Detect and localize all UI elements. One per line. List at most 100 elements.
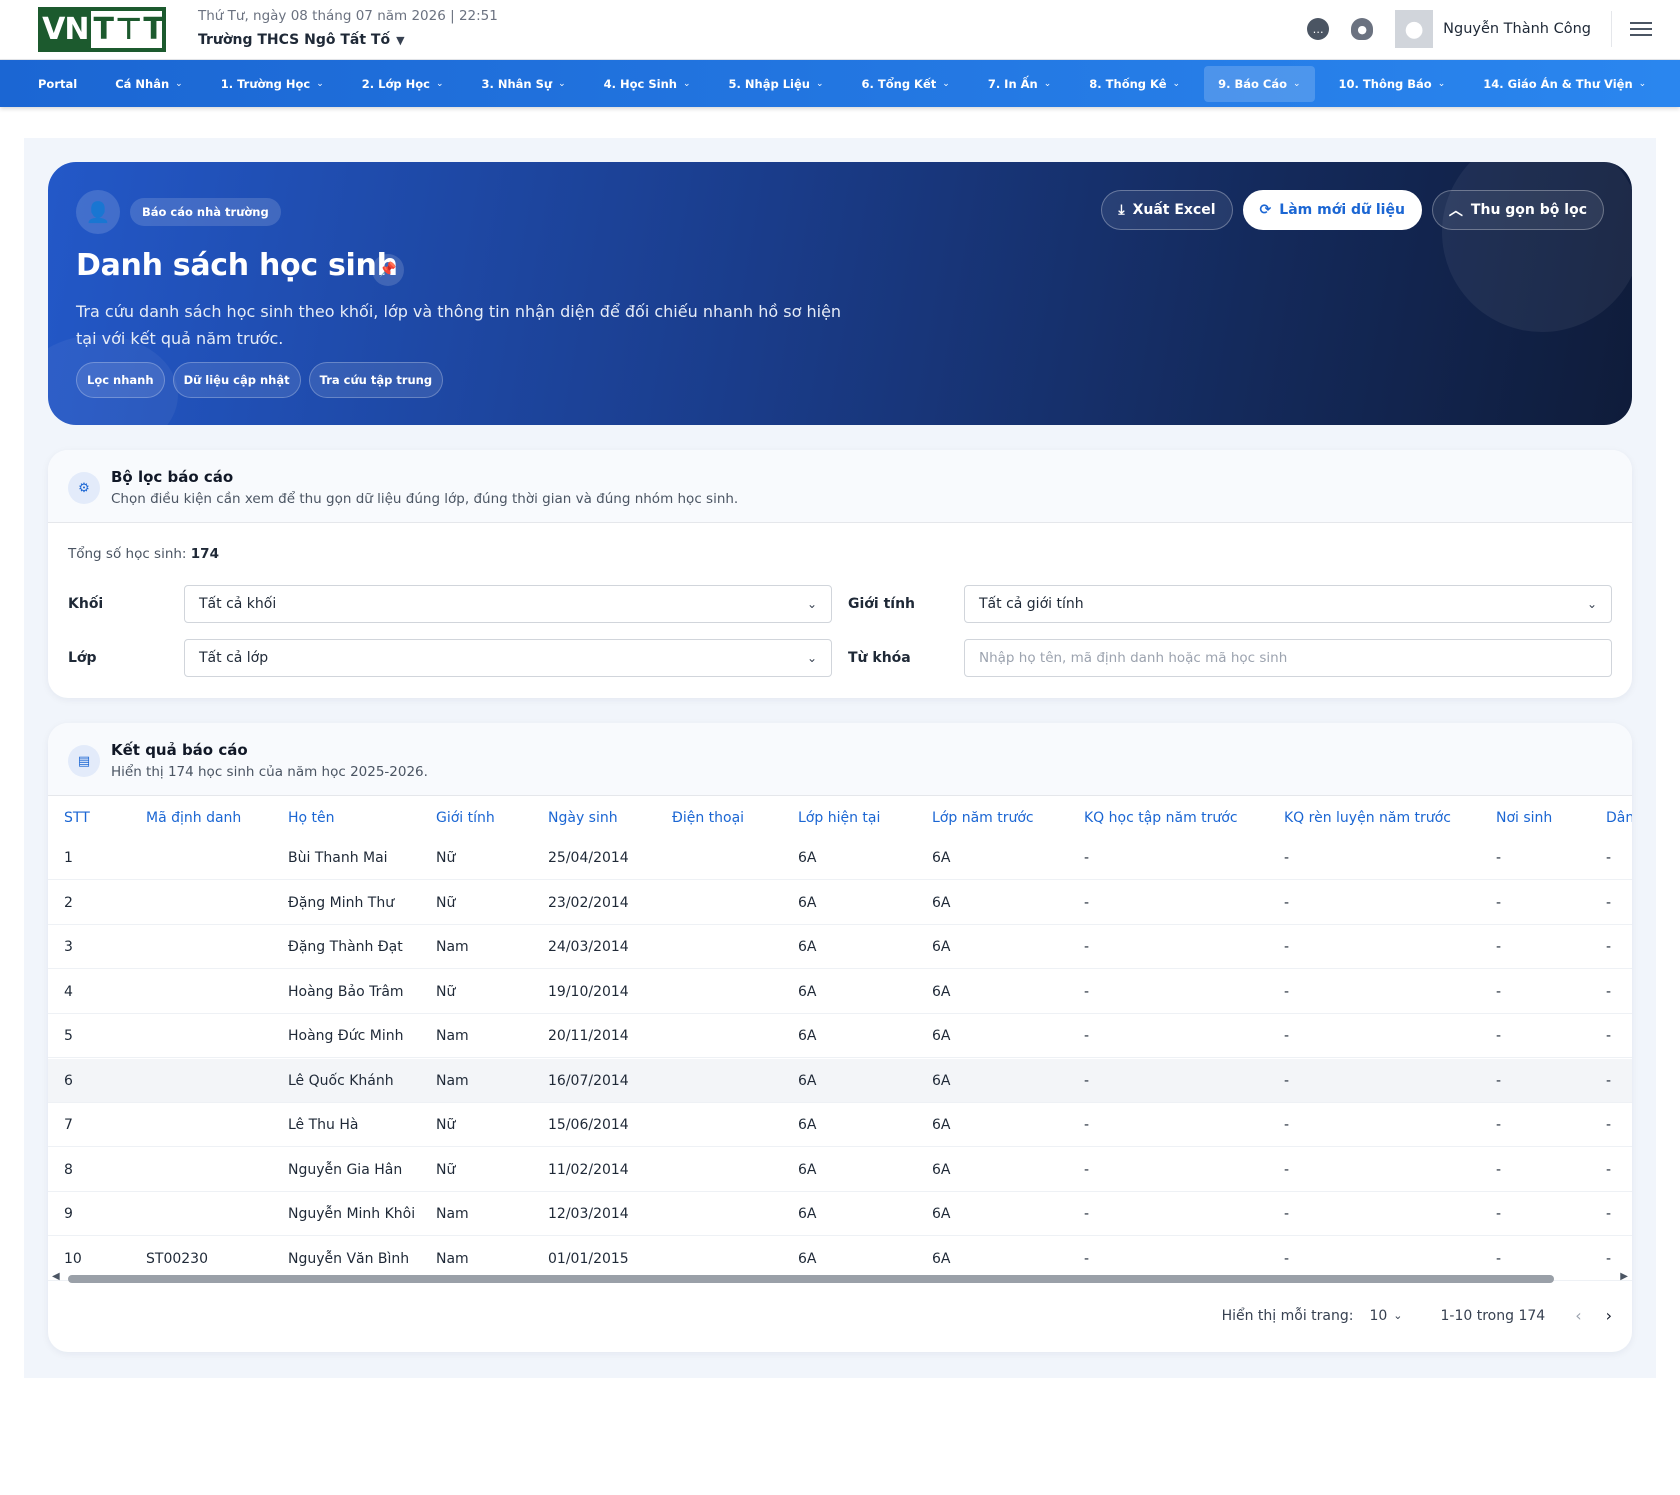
- table-row[interactable]: 8 Nguyễn Gia Hân Nữ 11/02/2014 6A 6A - - - -: [48, 1148, 1632, 1192]
- school-selector[interactable]: Trường THCS Ngô Tất Tố ▼: [198, 32, 405, 48]
- table-cell: -: [1284, 1028, 1290, 1044]
- hero-chips: Lọc nhanh Dữ liệu cập nhật Tra cứu tập t…: [76, 362, 444, 398]
- table-cell: Nguyễn Gia Hân: [288, 1161, 403, 1178]
- table-cell: Nữ: [436, 1117, 456, 1133]
- refresh-data-button[interactable]: ⟳ Làm mới dữ liệu: [1242, 190, 1422, 230]
- column-header[interactable]: Dân: [1606, 810, 1632, 826]
- keyword-input[interactable]: Nhập họ tên, mã định danh hoặc mã học si…: [964, 639, 1612, 677]
- nav-item-5[interactable]: 4. Học Sinh ⌄: [590, 66, 705, 102]
- column-header[interactable]: KQ học tập năm trước: [1084, 810, 1238, 826]
- nav-item-10[interactable]: 9. Báo Cáo ⌄: [1204, 65, 1315, 102]
- gioitinh-select[interactable]: Tất cả giới tính ⌄: [964, 585, 1612, 623]
- khoi-select[interactable]: Tất cả khối ⌄: [184, 585, 832, 623]
- vntt-logo[interactable]: VN T ⊤ T: [38, 7, 166, 52]
- table-cell: -: [1606, 1250, 1612, 1267]
- table-cell: Đặng Minh Thư: [288, 894, 395, 911]
- column-header[interactable]: Họ tên: [288, 810, 335, 826]
- scroll-right-icon[interactable]: ▶: [1620, 1271, 1628, 1282]
- nav-item-9[interactable]: 8. Thống Kê ⌄: [1075, 66, 1194, 102]
- table-row[interactable]: 5 Hoàng Đức Minh Nam 20/11/2014 6A 6A - - - -: [48, 1014, 1632, 1058]
- column-header[interactable]: Giới tính: [436, 810, 495, 826]
- table-cell: -: [1284, 1117, 1290, 1133]
- prev-page-icon[interactable]: ‹: [1575, 1306, 1581, 1325]
- nav-item-6[interactable]: 5. Nhập Liệu ⌄: [715, 66, 838, 102]
- nav-item-3[interactable]: 2. Lớp Học ⌄: [348, 66, 458, 102]
- table-cell: -: [1496, 983, 1502, 1000]
- table-cell: 6A: [932, 1206, 951, 1222]
- current-datetime: Thứ Tư, ngày 08 tháng 07 năm 2026 | 22:5…: [198, 8, 498, 24]
- table-cell: -: [1284, 1206, 1290, 1222]
- table-cell: -: [1284, 939, 1290, 955]
- column-header[interactable]: STT: [64, 810, 90, 826]
- table-cell: -: [1496, 1117, 1502, 1133]
- nav-item-11[interactable]: 10. Thông Báo ⌄: [1325, 66, 1460, 102]
- table-cell: -: [1496, 1072, 1502, 1089]
- table-row[interactable]: 4 Hoàng Bảo Trâm Nữ 19/10/2014 6A 6A - - - -: [48, 970, 1632, 1014]
- hero-banner: 👤 Báo cáo nhà trường Danh sách học sinh …: [48, 162, 1632, 425]
- chevron-down-icon: ⌄: [806, 597, 817, 611]
- user-name[interactable]: Nguyễn Thành Công: [1443, 21, 1591, 37]
- table-cell: 6A: [798, 939, 817, 955]
- user-icon: 👤: [76, 190, 120, 234]
- table-cell: -: [1606, 939, 1612, 955]
- table-cell: 01/01/2015: [548, 1250, 629, 1267]
- column-header[interactable]: Điện thoại: [672, 810, 744, 826]
- nav-item-7[interactable]: 6. Tổng Kết ⌄: [848, 66, 964, 102]
- menu-icon[interactable]: [1630, 22, 1652, 36]
- refresh-icon: ⟳: [1259, 202, 1272, 218]
- table-row[interactable]: 3 Đặng Thành Đạt Nam 24/03/2014 6A 6A - - - -: [48, 925, 1632, 969]
- chevron-down-icon: ⌄: [316, 78, 324, 89]
- lop-select[interactable]: Tất cả lớp ⌄: [184, 639, 832, 677]
- table-cell: -: [1606, 1028, 1612, 1044]
- bell-icon[interactable]: ●: [1351, 18, 1374, 40]
- column-header[interactable]: Mã định danh: [146, 810, 241, 826]
- nav-item-2[interactable]: 1. Trường Học ⌄: [207, 66, 338, 102]
- document-icon: ▤: [68, 745, 100, 777]
- avatar[interactable]: ●: [1395, 10, 1434, 48]
- table-cell: 2: [64, 894, 73, 911]
- table-cell: Nguyễn Văn Bình: [288, 1250, 410, 1267]
- nav-item-4[interactable]: 3. Nhân Sự ⌄: [467, 66, 579, 102]
- table-cell: -: [1084, 894, 1090, 911]
- column-header[interactable]: Nơi sinh: [1496, 810, 1552, 826]
- table-cell: 10: [64, 1250, 82, 1267]
- nav-item-0[interactable]: Portal: [24, 66, 91, 102]
- column-header[interactable]: Lớp năm trước: [932, 810, 1034, 826]
- gioitinh-label: Giới tính: [848, 596, 916, 612]
- nav-item-12[interactable]: 14. Giáo Án & Thư Viện ⌄: [1469, 66, 1660, 102]
- scrollbar-thumb[interactable]: [68, 1275, 1554, 1283]
- table-row[interactable]: 7 Lê Thu Hà Nữ 15/06/2014 6A 6A - - - -: [48, 1103, 1632, 1147]
- table-row[interactable]: 6 Lê Quốc Khánh Nam 16/07/2014 6A 6A - - - -: [48, 1058, 1632, 1103]
- result-subtitle: Hiển thị 174 học sinh của năm học 2025-2…: [111, 764, 428, 780]
- table-row[interactable]: 2 Đặng Minh Thư Nữ 23/02/2014 6A 6A - - - -: [48, 881, 1632, 925]
- per-page-select[interactable]: 10 ⌄: [1369, 1308, 1402, 1324]
- table-row[interactable]: 9 Nguyễn Minh Khôi Nam 12/03/2014 6A 6A - - - -: [48, 1192, 1632, 1236]
- next-page-icon[interactable]: ›: [1606, 1306, 1612, 1325]
- table-cell: -: [1084, 1117, 1090, 1133]
- column-header[interactable]: Ngày sinh: [548, 810, 618, 826]
- chevron-down-icon: ⌄: [1638, 78, 1647, 89]
- nav-item-8[interactable]: 7. In Ấn ⌄: [974, 66, 1065, 102]
- table-cell: 6A: [932, 1117, 951, 1133]
- chevron-down-icon: ⌄: [1043, 78, 1052, 89]
- chip-quick-filter: Lọc nhanh: [76, 362, 165, 398]
- column-header[interactable]: KQ rèn luyện năm trước: [1284, 810, 1451, 826]
- table-cell: -: [1284, 894, 1290, 911]
- export-excel-button[interactable]: ⤓ Xuất Excel: [1101, 190, 1233, 230]
- chevron-down-icon: ⌄: [1172, 78, 1181, 89]
- column-header[interactable]: Lớp hiện tại: [798, 810, 880, 826]
- chevron-down-icon: ⌄: [806, 651, 817, 665]
- nav-item-1[interactable]: Cá Nhân ⌄: [101, 66, 197, 102]
- table-row[interactable]: 1 Bùi Thanh Mai Nữ 25/04/2014 6A 6A - - - -: [48, 836, 1632, 880]
- chat-icon[interactable]: …: [1307, 18, 1330, 40]
- table-cell: -: [1084, 850, 1090, 866]
- table-cell: Nam: [436, 1206, 469, 1222]
- page-title: Danh sách học sinh: [76, 248, 398, 283]
- scroll-left-icon[interactable]: ◀: [52, 1271, 60, 1282]
- horizontal-scrollbar[interactable]: ◀ ▶: [52, 1271, 1628, 1283]
- table-cell: -: [1496, 1206, 1502, 1222]
- pin-icon[interactable]: 📌: [372, 254, 404, 286]
- collapse-filter-button[interactable]: ︿ Thu gọn bộ lọc: [1431, 190, 1604, 230]
- table-cell: 3: [64, 939, 73, 955]
- page-range: 1-10 trong 174: [1440, 1307, 1546, 1324]
